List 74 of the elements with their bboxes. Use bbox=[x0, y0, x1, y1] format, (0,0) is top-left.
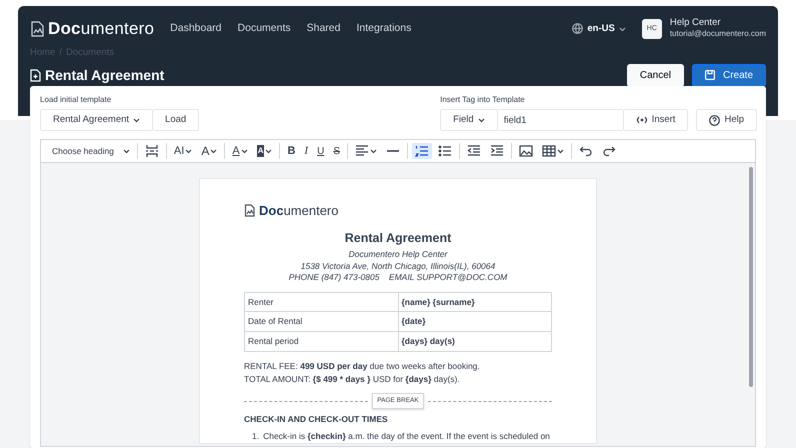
help-icon bbox=[709, 114, 720, 126]
document-logo-icon bbox=[30, 20, 44, 37]
caret-icon bbox=[265, 148, 272, 154]
highlight-button[interactable]: A bbox=[254, 144, 276, 158]
table-cell: {days} day(s) bbox=[398, 332, 552, 352]
font-size-button[interactable]: AI bbox=[170, 142, 196, 160]
table-icon bbox=[542, 144, 556, 158]
page-break-icon bbox=[144, 144, 159, 158]
template-select[interactable]: Rental Agreement bbox=[40, 109, 154, 131]
table-cell: {date} bbox=[398, 312, 552, 332]
document-plus-icon bbox=[30, 68, 41, 82]
numbered-list-icon bbox=[415, 144, 429, 158]
list-text: Check-in is {checkin} a.m. the day of the event. If the event is scheduled on bbox=[263, 430, 550, 443]
breadcrumb-separator: / bbox=[59, 46, 62, 60]
align-left-icon bbox=[355, 144, 369, 158]
heading-select[interactable]: Choose heading bbox=[49, 144, 133, 158]
field-label: Load initial template bbox=[40, 94, 112, 106]
nav-link[interactable]: Documents bbox=[238, 20, 291, 37]
indent-icon bbox=[490, 144, 504, 158]
address-line: Documentero Help Center bbox=[348, 249, 448, 261]
nav-link[interactable]: Shared bbox=[306, 20, 340, 37]
list-number: 1. bbox=[252, 430, 260, 443]
caret-icon bbox=[557, 148, 564, 154]
language-selector[interactable]: en-US bbox=[572, 22, 626, 36]
globe-icon bbox=[572, 23, 584, 34]
caret-icon bbox=[122, 148, 130, 154]
create-button[interactable]: Create bbox=[692, 64, 766, 87]
document-logo-icon bbox=[244, 204, 255, 218]
section-heading: CHECK-IN AND CHECK-OUT TIMES bbox=[244, 413, 389, 426]
load-button[interactable]: Load bbox=[153, 109, 200, 131]
tag-input[interactable]: field1 bbox=[498, 109, 624, 131]
outdent-icon bbox=[467, 144, 481, 158]
address-line: PHONE (847) 473-0805 EMAIL SUPPORT@DOC.COM bbox=[288, 272, 508, 284]
redo-icon bbox=[602, 144, 616, 158]
address-line: 1538 Victoria Ave, North Chicago, Illinois(IL), 60064 bbox=[300, 260, 496, 272]
fee-text: TOTAL AMOUNT: {$ 499 * days } USD for {days} day(s). bbox=[244, 372, 461, 386]
caret-icon bbox=[133, 117, 140, 123]
font-color-button[interactable]: A bbox=[229, 142, 251, 160]
logo-text: Documentero bbox=[259, 202, 338, 220]
underline-button[interactable]: U bbox=[314, 142, 328, 160]
caret-icon bbox=[618, 26, 626, 32]
undo-icon bbox=[579, 144, 593, 158]
nav-link[interactable]: Dashboard bbox=[170, 20, 222, 37]
table-cell: Date of Rental bbox=[244, 312, 398, 332]
cancel-button[interactable]: Cancel bbox=[626, 64, 684, 87]
caret-icon bbox=[210, 148, 218, 154]
fee-text: RENTAL FEE: 499 USD per day due two weeks after booking. bbox=[244, 360, 481, 373]
nav-link[interactable]: Integrations bbox=[356, 20, 412, 37]
insert-button[interactable]: Insert bbox=[624, 109, 688, 131]
italic-button[interactable]: I bbox=[301, 142, 312, 160]
caret-icon bbox=[240, 148, 248, 154]
caret-icon bbox=[478, 117, 485, 123]
save-icon bbox=[704, 70, 715, 80]
table-cell: Renter bbox=[244, 292, 398, 312]
document-title: Rental Agreement bbox=[344, 230, 452, 247]
caret-icon bbox=[185, 148, 192, 154]
help-button[interactable]: Help bbox=[696, 109, 757, 131]
numbered-list-button[interactable] bbox=[412, 143, 432, 159]
strikethrough-button[interactable]: S bbox=[330, 142, 343, 160]
field-label: Insert Tag into Template bbox=[440, 94, 526, 106]
table-cell: Rental period bbox=[244, 332, 398, 352]
user-email: tutorial@documentero.com bbox=[670, 28, 766, 40]
logo-text: Documentero bbox=[48, 18, 154, 40]
caret-icon bbox=[370, 148, 377, 154]
font-family-button[interactable]: A bbox=[198, 141, 220, 161]
tag-type-select[interactable]: Field bbox=[440, 109, 498, 131]
scrollbar[interactable] bbox=[749, 167, 753, 387]
insert-tag-icon bbox=[636, 116, 648, 124]
bulleted-list-icon bbox=[438, 144, 452, 158]
bold-button[interactable]: B bbox=[284, 142, 298, 160]
user-name: Help Center bbox=[670, 18, 722, 28]
table-cell: {name} {surname} bbox=[398, 292, 552, 312]
page-title: Rental Agreement bbox=[45, 66, 164, 85]
image-icon bbox=[519, 144, 533, 158]
